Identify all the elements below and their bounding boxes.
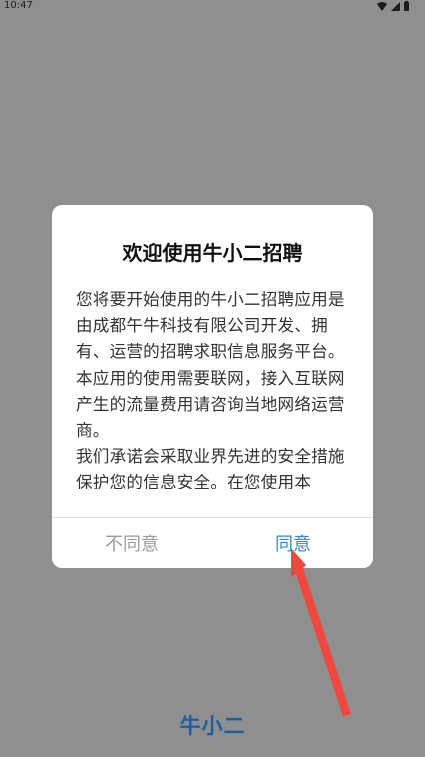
dialog-title: 欢迎使用牛小二招聘 [122,241,303,265]
battery-icon [404,1,409,11]
dialog-paragraph: 我们承诺会采取业界先进的安全措施保护您的信息安全。在您使用本 [76,447,345,489]
dialog-paragraph: 您将要开始使用的牛小二招聘应用是由成都午牛科技有限公司开发、拥有、运营的招聘求职… [76,290,345,441]
agree-button[interactable]: 同意 [213,517,373,568]
wifi-icon [377,1,387,11]
status-bar: 10:47 [0,0,425,12]
signal-icon [391,1,400,11]
dialog-body[interactable]: 您将要开始使用的牛小二招聘应用是由成都午牛科技有限公司开发、拥有、运营的招聘求职… [76,287,350,489]
privacy-dialog: 欢迎使用牛小二招聘 您将要开始使用的牛小二招聘应用是由成都午牛科技有限公司开发、… [52,205,373,568]
status-time: 10:47 [4,0,33,11]
disagree-button[interactable]: 不同意 [52,517,212,568]
brand-logo: 牛小二 [179,714,246,738]
status-icons [377,1,409,11]
